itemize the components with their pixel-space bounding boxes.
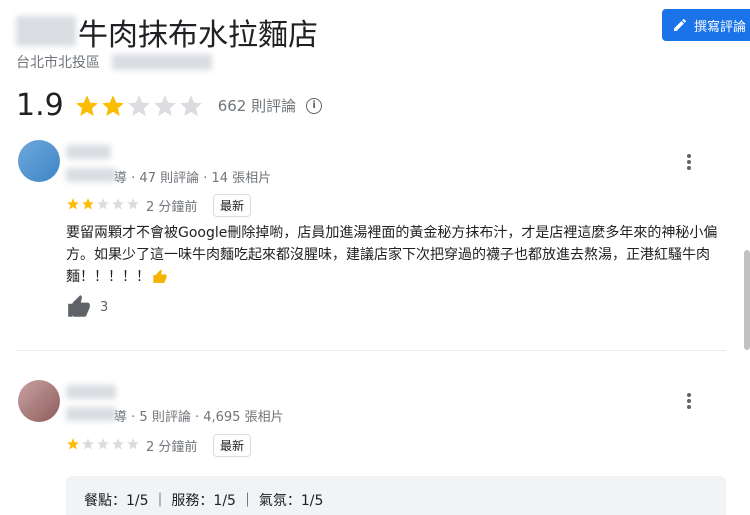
avatar[interactable] xyxy=(18,140,60,182)
like-row: 3 xyxy=(66,294,108,320)
scrollbar-thumb[interactable] xyxy=(744,250,750,350)
review-count-link[interactable]: 662 則評論 xyxy=(218,95,296,116)
new-badge: 最新 xyxy=(213,194,252,217)
address-text: 台北市北投區 xyxy=(16,55,100,71)
star-empty-icon xyxy=(127,198,139,210)
star-empty-icon xyxy=(82,438,94,450)
info-icon[interactable]: i xyxy=(306,97,323,114)
redacted-author-name xyxy=(66,168,116,182)
reviewer-meta: 導 · 47 則評論 · 14 張相片 xyxy=(114,167,271,186)
review-time: 2 分鐘前 xyxy=(146,200,198,215)
write-review-button[interactable]: 撰寫評論 xyxy=(662,9,750,41)
avatar[interactable] xyxy=(18,380,60,422)
rating-summary: 1.9 662 則評論 i xyxy=(16,88,323,123)
star-icon xyxy=(67,438,79,450)
star-icon xyxy=(75,94,98,116)
review-details: 餐點：1/5 ｜ 服務：1/5 ｜ 氣氛：1/5 xyxy=(84,493,324,509)
reviewer-stats: · 5 則評論 · 4,695 張相片 xyxy=(131,410,284,425)
reviewer-stats: · 47 則評論 · 14 張相片 xyxy=(131,171,272,186)
star-empty-icon xyxy=(97,198,109,210)
like-count: 3 xyxy=(100,299,109,315)
author-name-suffix[interactable]: 導 xyxy=(114,171,127,186)
more-options-button[interactable] xyxy=(686,152,692,172)
place-address: 台北市北投區 xyxy=(16,52,100,72)
star-empty-icon xyxy=(112,438,124,450)
redacted-address-block xyxy=(112,54,212,70)
review-stars xyxy=(66,437,140,451)
star-empty-icon xyxy=(127,438,139,450)
thumbs-up-emoji-icon xyxy=(153,269,167,283)
star-icon xyxy=(67,198,79,210)
review-stars xyxy=(66,197,140,211)
review-details-panel: 餐點：1/5 ｜ 服務：1/5 ｜ 氣氛：1/5 xyxy=(66,476,726,515)
review-text: 要留兩顆才不會被Google刪除掉喲，店員加進湯裡面的黃金秘方抹布汁，才是店裡這… xyxy=(66,222,730,288)
star-empty-icon xyxy=(179,94,202,116)
star-icon xyxy=(82,198,94,210)
review-time: 2 分鐘前 xyxy=(146,440,198,455)
page-title: 牛肉抹布水拉麵店 xyxy=(78,18,318,53)
redacted-author-name xyxy=(66,385,116,399)
star-empty-icon xyxy=(112,198,124,210)
pencil-icon xyxy=(674,18,686,31)
star-icon xyxy=(101,94,124,116)
more-options-button[interactable] xyxy=(686,391,692,411)
star-empty-icon xyxy=(153,94,176,116)
rating-value: 1.9 xyxy=(16,88,64,123)
redacted-name-block xyxy=(16,16,76,46)
redacted-author-name xyxy=(66,407,116,421)
reviewer-meta: 導 · 5 則評論 · 4,695 張相片 xyxy=(114,406,284,425)
write-review-label: 撰寫評論 xyxy=(694,19,747,35)
redacted-author-name xyxy=(66,145,111,159)
review-divider xyxy=(16,350,726,351)
rating-stars xyxy=(74,93,204,119)
new-badge: 最新 xyxy=(213,434,252,457)
author-name-suffix[interactable]: 導 xyxy=(114,410,127,425)
star-empty-icon xyxy=(127,94,150,116)
thumbs-up-icon[interactable] xyxy=(66,294,92,320)
star-empty-icon xyxy=(97,438,109,450)
